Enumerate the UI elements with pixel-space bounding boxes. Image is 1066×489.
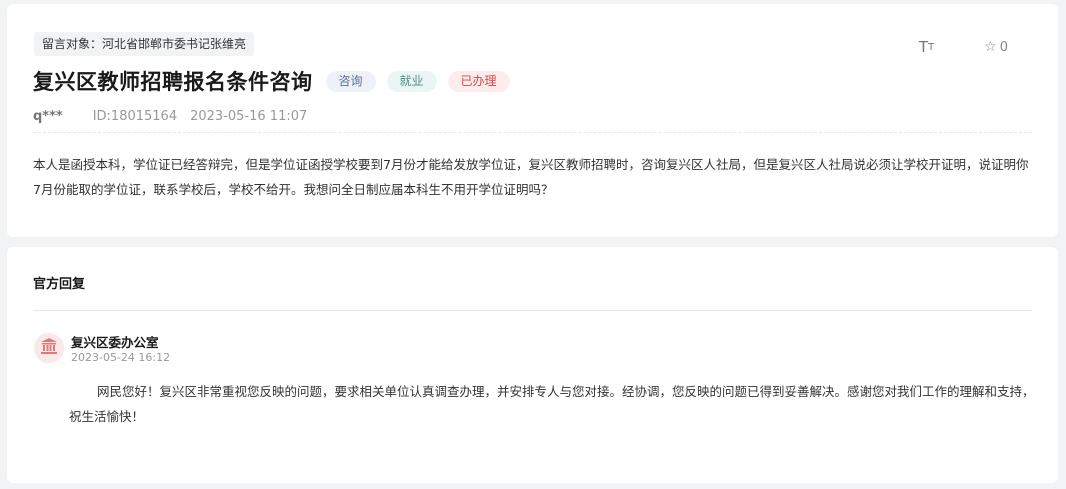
- favorite-button[interactable]: ☆ 0: [984, 39, 1008, 55]
- avatar: [34, 333, 64, 363]
- message-content: 本人是函授本科，学位证已经答辩完，但是学位证函授学校要到7月份才能给发放学位证，…: [33, 157, 1029, 197]
- page-title: 复兴区教师招聘报名条件咨询: [33, 70, 313, 94]
- status-badge: 已办理: [447, 70, 510, 92]
- reply-card: 官方回复 复兴区委办公室 2023-05-24 16:12 网民您好！复兴区非常…: [7, 247, 1058, 483]
- tag-consult: 咨询: [325, 70, 376, 92]
- government-building-icon: [40, 337, 58, 359]
- divider: [33, 132, 1032, 133]
- reply-section-title: 官方回复: [33, 277, 86, 292]
- reply-content: 网民您好！复兴区非常重视您反映的问题，要求相关单位认真调查办理，并安排专人与您对…: [69, 384, 1035, 424]
- toolbar: TT ☆ 0: [919, 38, 1008, 56]
- post-user: q***: [33, 109, 63, 124]
- message-card: 留言对象：河北省邯郸市委书记张维亮 复兴区教师招聘报名条件咨询 咨询 就业 已办…: [7, 4, 1058, 237]
- post-time: 2023-05-16 11:07: [190, 109, 308, 124]
- font-size-icon[interactable]: TT: [919, 38, 934, 56]
- tag-employment: 就业: [386, 70, 437, 92]
- title-row: 复兴区教师招聘报名条件咨询 咨询 就业 已办理: [33, 66, 510, 96]
- divider: [33, 310, 1032, 311]
- message-target-label: 留言对象：河北省邯郸市委书记张维亮: [34, 32, 255, 56]
- star-icon: ☆: [984, 39, 997, 55]
- reply-org-name: 复兴区委办公室: [71, 335, 159, 350]
- reply-time: 2023-05-24 16:12: [71, 351, 171, 364]
- post-meta: q*** ID:18015164 2023-05-16 11:07: [33, 109, 307, 124]
- favorite-count: 0: [999, 39, 1008, 55]
- post-id: ID:18015164: [92, 109, 178, 124]
